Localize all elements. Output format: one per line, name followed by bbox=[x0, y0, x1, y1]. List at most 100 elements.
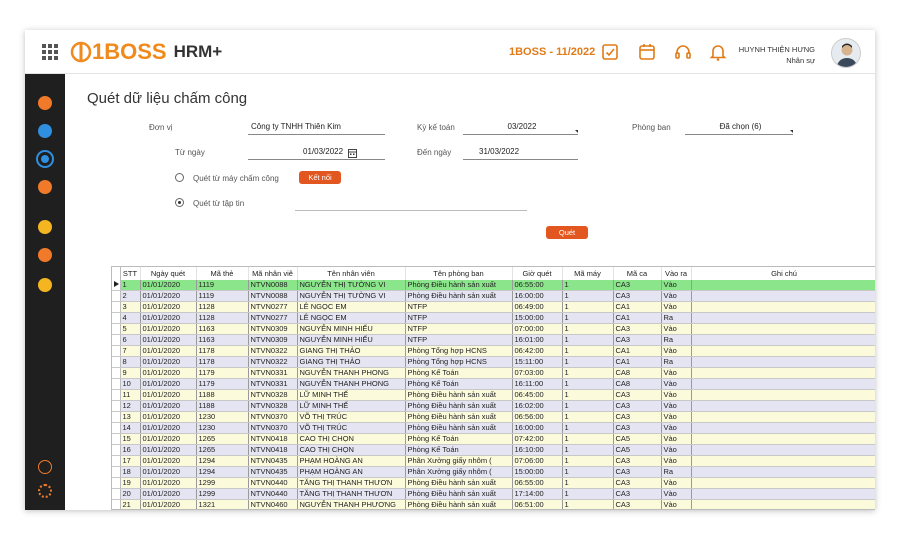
table-cell[interactable]: NTFP bbox=[405, 334, 513, 347]
table-cell[interactable]: 06:55:00 bbox=[512, 280, 563, 292]
table-cell[interactable]: 1188 bbox=[196, 389, 249, 402]
table-cell[interactable] bbox=[691, 444, 875, 457]
table-cell[interactable]: NTVN0435 bbox=[248, 455, 298, 468]
table-cell[interactable]: 1230 bbox=[196, 422, 249, 435]
table-cell[interactable]: Phòng Điều hành sản xuất bbox=[405, 488, 513, 501]
table-cell[interactable]: NTVN0322 bbox=[248, 356, 298, 369]
table-cell[interactable]: GIANG THỊ THẢO bbox=[297, 345, 406, 358]
table-cell[interactable]: CA3 bbox=[613, 323, 662, 336]
table-cell[interactable]: NTVN0088 bbox=[248, 280, 298, 292]
table-cell[interactable]: NTVN0435 bbox=[248, 466, 298, 479]
table-cell[interactable]: NTVN0322 bbox=[248, 345, 298, 358]
tu-ngay-field[interactable]: 01/03/2022 bbox=[248, 147, 385, 160]
row-indicator[interactable] bbox=[112, 290, 121, 303]
table-cell[interactable] bbox=[691, 411, 875, 424]
table-cell[interactable]: Vào bbox=[661, 280, 692, 292]
table-cell[interactable]: NTVN0328 bbox=[248, 400, 298, 413]
brand-logo[interactable]: 1BOSS HRM+ bbox=[70, 39, 222, 65]
bell-notification-icon[interactable] bbox=[708, 42, 728, 62]
row-indicator[interactable] bbox=[112, 455, 121, 468]
table-cell[interactable]: 15:00:00 bbox=[512, 466, 563, 479]
table-cell[interactable]: Vào bbox=[661, 367, 692, 380]
table-cell[interactable]: 1163 bbox=[196, 323, 249, 336]
table-cell[interactable]: Vào bbox=[661, 488, 692, 501]
table-cell[interactable]: Ra bbox=[661, 312, 692, 325]
table-cell[interactable]: Vào bbox=[661, 389, 692, 402]
table-cell[interactable]: 01/01/2020 bbox=[140, 389, 197, 402]
table-cell[interactable]: 01/01/2020 bbox=[140, 378, 197, 391]
table-cell[interactable]: 01/01/2020 bbox=[140, 455, 197, 468]
table-row[interactable]: 9 01/01/2020 1179 NTVN0331 NGUYỄN THANH PHON… bbox=[112, 367, 875, 380]
table-cell[interactable]: 1321 bbox=[196, 499, 249, 509]
row-indicator[interactable] bbox=[112, 312, 121, 325]
table-cell[interactable]: 01/01/2020 bbox=[140, 422, 197, 435]
table-cell[interactable]: 06:56:00 bbox=[512, 411, 563, 424]
table-cell[interactable] bbox=[691, 280, 875, 292]
file-path-input[interactable] bbox=[295, 198, 527, 211]
table-cell[interactable]: CA1 bbox=[613, 301, 662, 314]
row-indicator[interactable] bbox=[112, 367, 121, 380]
table-cell[interactable]: 1 bbox=[562, 367, 614, 380]
table-cell[interactable]: Vào bbox=[661, 433, 692, 446]
table-cell[interactable]: 8 bbox=[120, 356, 141, 369]
table-row[interactable]: 8 01/01/2020 1178 NTVN0322 GIANG THỊ THẢO Phò… bbox=[112, 356, 875, 369]
table-row[interactable]: 12 01/01/2020 1188 NTVN0328 LỮ MINH THẾ Phòng… bbox=[112, 400, 875, 413]
table-cell[interactable]: Ra bbox=[661, 466, 692, 479]
table-cell[interactable]: Vào bbox=[661, 455, 692, 468]
table-cell[interactable]: PHẠM HOÀNG AN bbox=[297, 455, 406, 468]
table-cell[interactable]: Phòng Điều hành sản xuất bbox=[405, 389, 513, 402]
table-cell[interactable]: LỮ MINH THẾ bbox=[297, 400, 406, 413]
table-cell[interactable]: CA5 bbox=[613, 444, 662, 457]
table-cell[interactable]: 1163 bbox=[196, 334, 249, 347]
table-cell[interactable]: 16:10:00 bbox=[512, 444, 563, 457]
table-row[interactable]: 1 01/01/2020 1119 NTVN0088 NGUYỄN THỊ TƯỜNG … bbox=[112, 280, 875, 292]
table-cell[interactable]: NGUYỄN THANH PHƯƠNG bbox=[297, 499, 406, 509]
table-row[interactable]: 11 01/01/2020 1188 NTVN0328 LỮ MINH THẾ Phòng… bbox=[112, 389, 875, 402]
column-header[interactable]: Mã ca bbox=[613, 267, 662, 280]
table-cell[interactable] bbox=[691, 400, 875, 413]
table-cell[interactable]: PHẠM HOÀNG AN bbox=[297, 466, 406, 479]
table-row[interactable]: 16 01/01/2020 1265 NTVN0418 CAO THỊ CHỌN Phòn… bbox=[112, 444, 875, 457]
table-cell[interactable]: NTVN0440 bbox=[248, 477, 298, 490]
table-cell[interactable]: Phòng Kế Toán bbox=[405, 433, 513, 446]
table-cell[interactable]: Vào bbox=[661, 422, 692, 435]
table-cell[interactable]: 01/01/2020 bbox=[140, 301, 197, 314]
table-cell[interactable]: 15 bbox=[120, 433, 141, 446]
table-cell[interactable]: 1128 bbox=[196, 301, 249, 314]
table-cell[interactable]: Phòng Tổng hợp HCNS bbox=[405, 356, 513, 369]
table-cell[interactable] bbox=[691, 477, 875, 490]
row-indicator[interactable] bbox=[112, 411, 121, 424]
table-cell[interactable]: 06:42:00 bbox=[512, 345, 563, 358]
table-cell[interactable]: Vào bbox=[661, 444, 692, 457]
table-cell[interactable]: 1265 bbox=[196, 433, 249, 446]
table-cell[interactable]: 1230 bbox=[196, 411, 249, 424]
table-cell[interactable]: VÕ THỊ TRÚC bbox=[297, 411, 406, 424]
table-cell[interactable]: NGUYỄN THỊ TƯỜNG VI bbox=[297, 290, 406, 303]
table-cell[interactable]: 01/01/2020 bbox=[140, 345, 197, 358]
row-indicator[interactable] bbox=[112, 400, 121, 413]
table-cell[interactable]: Vào bbox=[661, 477, 692, 490]
table-cell[interactable]: 3 bbox=[120, 301, 141, 314]
den-ngay-field[interactable]: 31/03/2022 bbox=[463, 147, 578, 160]
table-cell[interactable]: Vào bbox=[661, 301, 692, 314]
table-cell[interactable]: NTVN0460 bbox=[248, 499, 298, 509]
table-cell[interactable]: 5 bbox=[120, 323, 141, 336]
table-cell[interactable]: CA3 bbox=[613, 334, 662, 347]
table-cell[interactable]: 1 bbox=[562, 301, 614, 314]
table-cell[interactable]: 07:00:00 bbox=[512, 323, 563, 336]
table-row[interactable]: 2 01/01/2020 1119 NTVN0088 NGUYỄN THỊ TƯỜNG … bbox=[112, 290, 875, 303]
table-cell[interactable]: 1 bbox=[562, 466, 614, 479]
table-cell[interactable]: CAO THỊ CHỌN bbox=[297, 444, 406, 457]
table-cell[interactable]: NTVN0440 bbox=[248, 488, 298, 501]
table-cell[interactable]: Ra bbox=[661, 356, 692, 369]
table-cell[interactable]: 19 bbox=[120, 477, 141, 490]
table-cell[interactable]: CA3 bbox=[613, 389, 662, 402]
table-cell[interactable]: 1294 bbox=[196, 455, 249, 468]
don-vi-field[interactable]: Công ty TNHH Thiên Kim bbox=[248, 122, 385, 135]
table-cell[interactable] bbox=[691, 290, 875, 303]
table-cell[interactable]: 01/01/2020 bbox=[140, 433, 197, 446]
table-cell[interactable]: 1 bbox=[562, 389, 614, 402]
column-header[interactable]: Ghi chú bbox=[691, 267, 875, 280]
table-cell[interactable]: 7 bbox=[120, 345, 141, 358]
sidebar-help-icon[interactable] bbox=[38, 460, 52, 474]
